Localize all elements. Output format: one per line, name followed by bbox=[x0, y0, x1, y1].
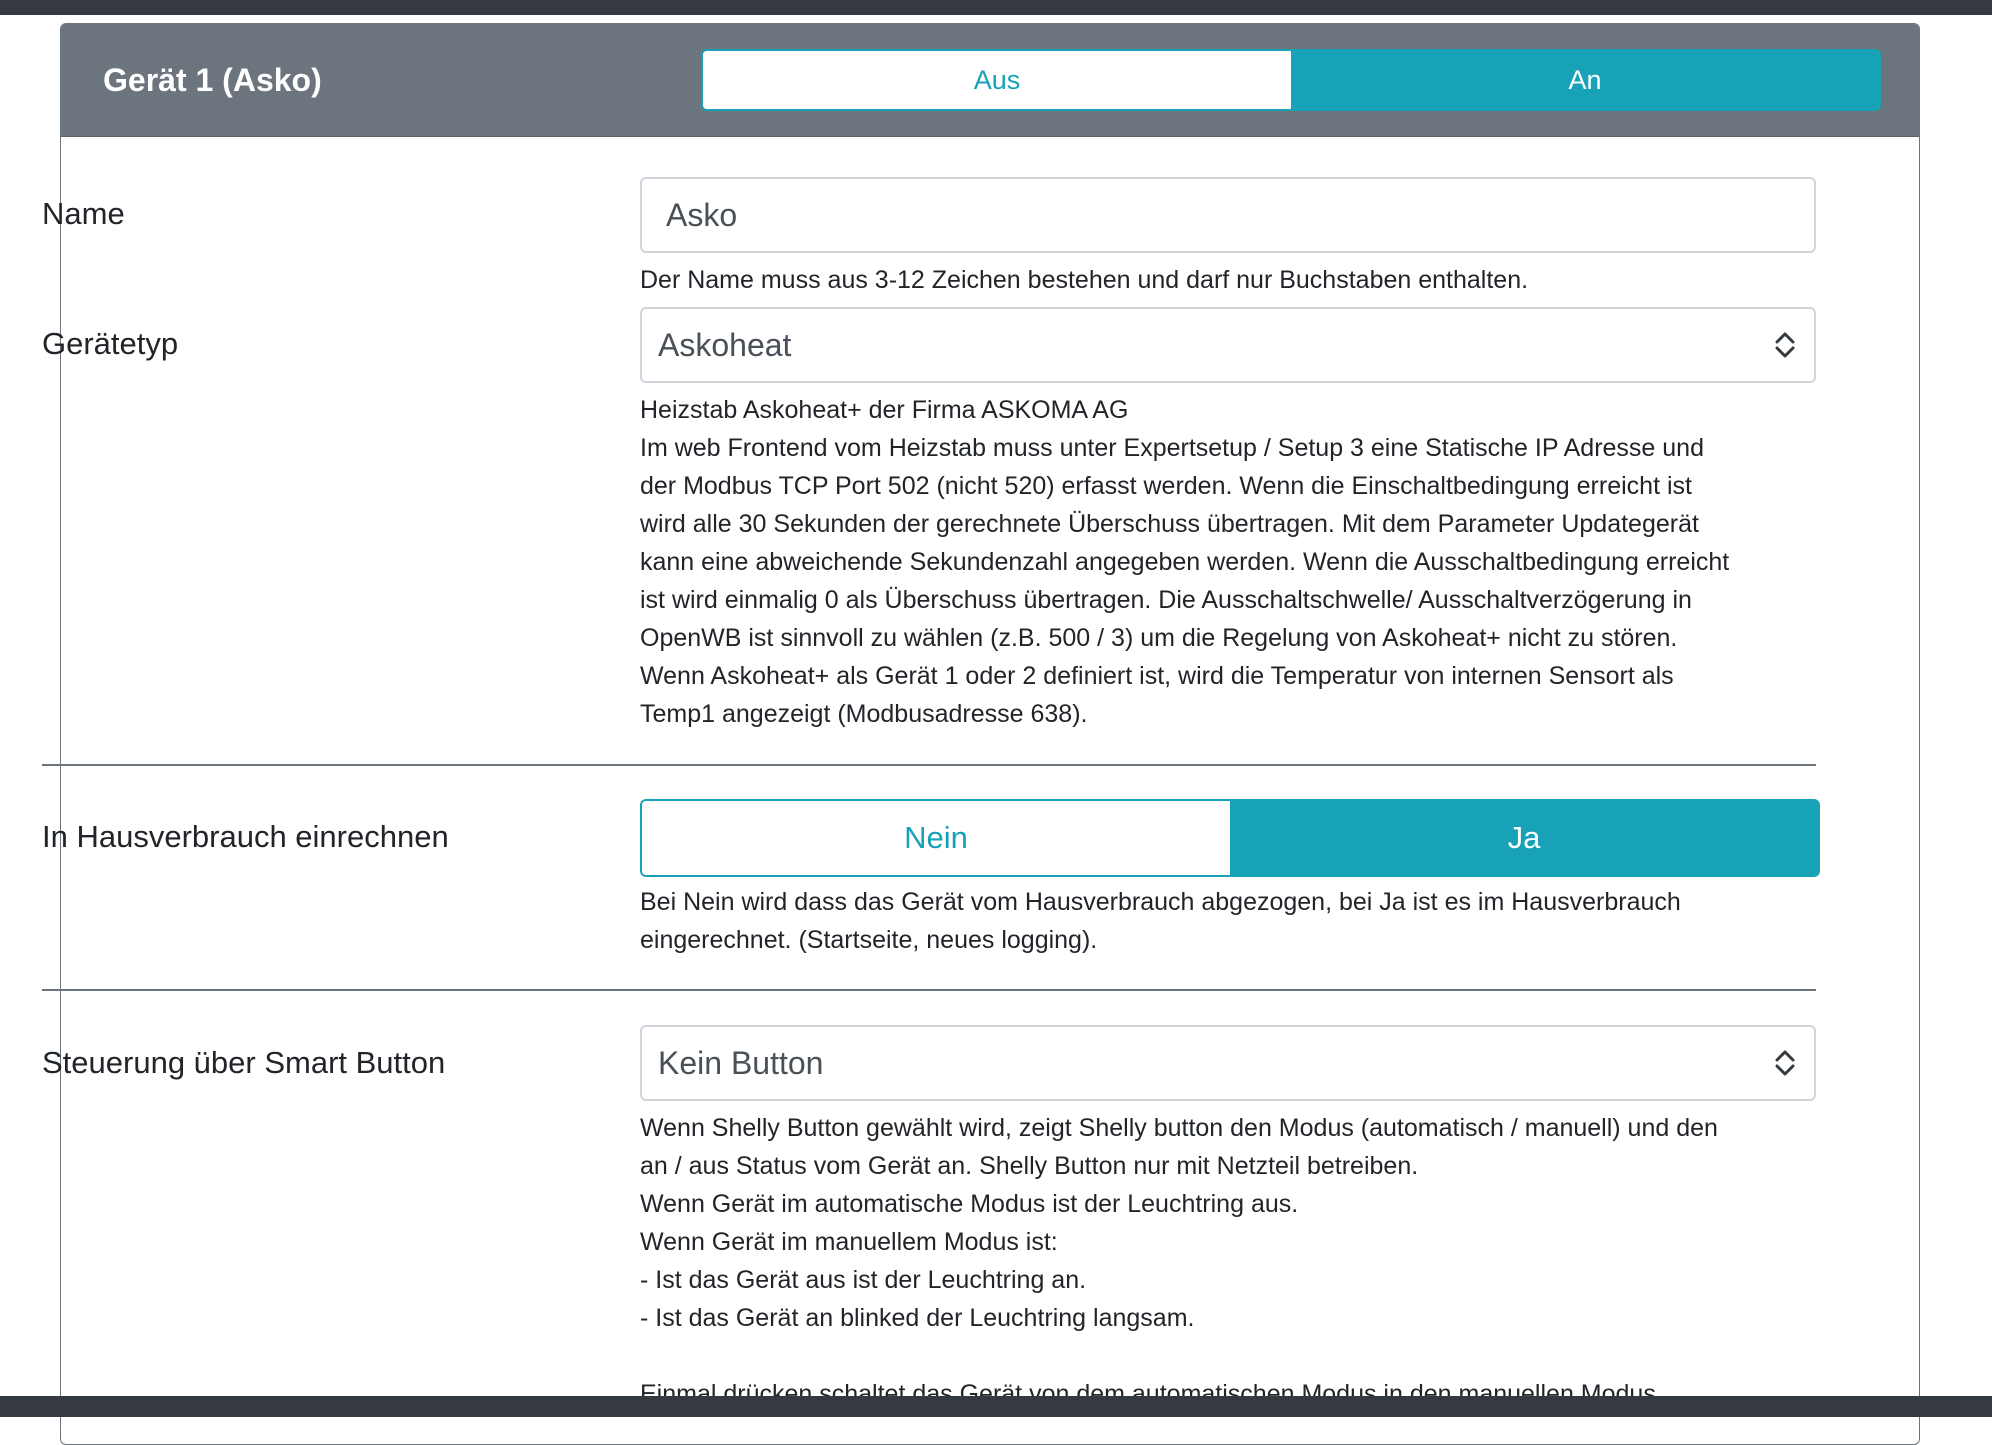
house-consumption-label: In Hausverbrauch einrechnen bbox=[42, 819, 449, 854]
help-line: Heizstab Askoheat+ der Firma ASKOMA AG bbox=[640, 396, 1129, 424]
toggle-yes-button[interactable]: Ja bbox=[1230, 801, 1818, 875]
card-header: Gerät 1 (Asko) Aus An bbox=[61, 24, 1919, 137]
help-line: eingerechnet. (Startseite, neues logging… bbox=[640, 926, 1098, 954]
help-line: - Ist das Gerät an blinked der Leuchtrin… bbox=[640, 1304, 1195, 1332]
device-type-select[interactable]: Askoheat bbox=[640, 307, 1816, 383]
help-line: kann eine abweichende Sekundenzahl angeg… bbox=[640, 548, 1730, 576]
name-input[interactable]: Asko bbox=[640, 177, 1816, 253]
help-line: Bei Nein wird dass das Gerät vom Hausver… bbox=[640, 888, 1681, 916]
smart-button-select[interactable]: Kein Button bbox=[640, 1025, 1816, 1101]
name-help-text: Der Name muss aus 3-12 Zeichen bestehen … bbox=[640, 266, 1529, 294]
card-title: Gerät 1 (Asko) bbox=[103, 62, 322, 98]
device-type-help: Heizstab Askoheat+ der Firma ASKOMA AG I… bbox=[640, 391, 1826, 733]
help-line: der Modbus TCP Port 502 (nicht 520) erfa… bbox=[640, 472, 1692, 500]
select-chevron-icon bbox=[1775, 332, 1795, 358]
help-line: Wenn Gerät im automatische Modus ist der… bbox=[640, 1190, 1299, 1218]
toggle-on-button[interactable]: An bbox=[1291, 51, 1879, 109]
help-line: Temp1 angezeigt (Modbusadresse 638). bbox=[640, 700, 1088, 728]
smart-button-help: Wenn Shelly Button gewählt wird, zeigt S… bbox=[640, 1109, 1826, 1396]
help-line: Einmal drücken schaltet das Gerät von de… bbox=[640, 1380, 1656, 1396]
section-divider bbox=[42, 764, 1816, 766]
name-label: Name bbox=[42, 196, 125, 231]
name-input-value: Asko bbox=[666, 196, 738, 233]
device-enable-toggle: Aus An bbox=[701, 49, 1881, 111]
toggle-off-button[interactable]: Aus bbox=[703, 51, 1291, 109]
help-line bbox=[640, 1337, 1826, 1375]
smart-button-label: Steuerung über Smart Button bbox=[42, 1045, 446, 1080]
help-line: Wenn Gerät im manuellem Modus ist: bbox=[640, 1228, 1058, 1256]
help-line: Im web Frontend vom Heizstab muss unter … bbox=[640, 434, 1704, 462]
select-chevron-icon bbox=[1775, 1050, 1795, 1076]
device-type-selected: Askoheat bbox=[658, 326, 792, 363]
help-line: Wenn Shelly Button gewählt wird, zeigt S… bbox=[640, 1114, 1718, 1142]
section-divider bbox=[42, 989, 1816, 991]
device-type-label: Gerätetyp bbox=[42, 326, 179, 361]
help-line: ist wird einmalig 0 als Überschuss übert… bbox=[640, 586, 1692, 614]
bottom-frame-bar bbox=[0, 1396, 1992, 1417]
smart-button-selected: Kein Button bbox=[658, 1044, 824, 1081]
help-line: wird alle 30 Sekunden der gerechnete Übe… bbox=[640, 510, 1699, 538]
help-line: - Ist das Gerät aus ist der Leuchtring a… bbox=[640, 1266, 1087, 1294]
help-line: an / aus Status vom Gerät an. Shelly But… bbox=[640, 1152, 1419, 1180]
top-frame-bar bbox=[0, 0, 1992, 15]
house-consumption-toggle: Nein Ja bbox=[640, 799, 1820, 877]
toggle-no-button[interactable]: Nein bbox=[642, 801, 1230, 875]
help-line: OpenWB ist sinnvoll zu wählen (z.B. 500 … bbox=[640, 624, 1678, 652]
house-consumption-help: Bei Nein wird dass das Gerät vom Hausver… bbox=[640, 883, 1826, 959]
help-line: Wenn Askoheat+ als Gerät 1 oder 2 defini… bbox=[640, 662, 1674, 690]
